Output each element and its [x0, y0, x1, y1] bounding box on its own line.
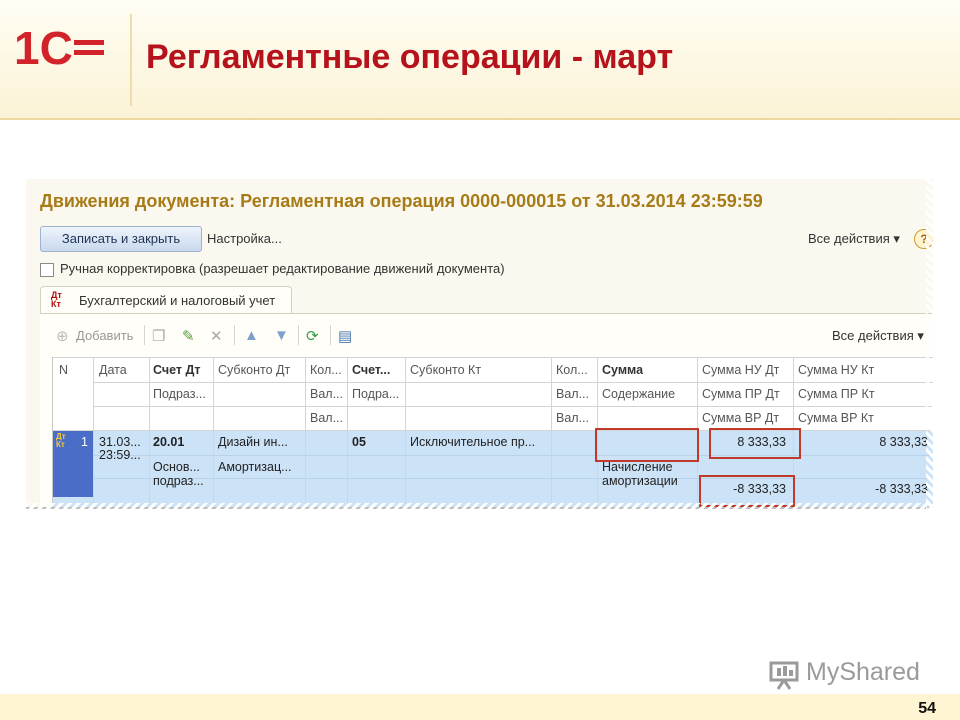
- edit-icon[interactable]: ✎: [182, 327, 195, 345]
- row-account-kt: 05: [352, 435, 366, 449]
- tab-accounting-tax[interactable]: Дт Кт Бухгалтерский и налоговый учет: [40, 286, 292, 315]
- refresh-icon[interactable]: ⟳: [306, 327, 319, 345]
- all-actions-menu[interactable]: Все действия ▾: [808, 231, 900, 247]
- report-icon[interactable]: ▤: [338, 327, 352, 345]
- torn-edge-right: [926, 179, 940, 511]
- highlight-sum-cell: [595, 428, 699, 462]
- toolbar-separator: [330, 325, 331, 345]
- slide-title: Регламентные операции - март: [146, 38, 674, 76]
- row-content-2: амортизации: [602, 474, 678, 488]
- manual-correction-checkbox[interactable]: [40, 263, 54, 277]
- copy-icon[interactable]: ❐: [152, 327, 165, 345]
- col-header-sum-pr-dt[interactable]: Сумма ПР Дт: [702, 387, 780, 401]
- row-number: 1: [81, 435, 88, 449]
- slide-header: 1С Регламентные операции - март: [0, 0, 960, 120]
- toolbar-separator: [234, 325, 235, 345]
- logo-separator: [130, 14, 132, 106]
- dt-kt-icon: Дт Кт: [51, 290, 62, 309]
- row-sum-nu-kt: 8 333,33: [879, 435, 928, 449]
- row-date: 31.03...: [99, 435, 141, 449]
- col-header-content[interactable]: Содержание: [602, 387, 675, 401]
- col-header-subconto-dt[interactable]: Субконто Дт: [218, 363, 290, 377]
- 1c-logo-icon: 1С: [14, 22, 104, 72]
- col-header-currency-dt[interactable]: Вал...: [310, 387, 343, 401]
- col-header-n[interactable]: N: [59, 363, 68, 377]
- manual-correction-label: Ручная корректировка (разрешает редактир…: [60, 261, 505, 276]
- save-and-close-button[interactable]: Записать и закрыть: [40, 226, 202, 252]
- row-subconto-dt-1: Дизайн ин...: [218, 435, 288, 449]
- myshared-watermark: MyShared: [806, 658, 920, 686]
- row-subconto-kt: Исключительное пр...: [410, 435, 536, 449]
- add-icon[interactable]: ⊕: [56, 327, 69, 345]
- document-movements-window: Движения документа: Регламентная операци…: [26, 179, 933, 509]
- col-header-currency-kt[interactable]: Вал...: [556, 387, 589, 401]
- col-header-date[interactable]: Дата: [99, 363, 127, 377]
- row-time: 23:59...: [99, 448, 141, 462]
- col-header-division-dt[interactable]: Подраз...: [153, 387, 206, 401]
- settings-button[interactable]: Настройка...: [207, 231, 282, 246]
- movements-table[interactable]: N Дата Счет Дт Субконто Дт Кол... Счет..…: [52, 357, 933, 509]
- dt-kt-row-icon: Дт Кт: [56, 433, 66, 449]
- col-header-sum[interactable]: Сумма: [602, 363, 643, 377]
- highlight-sum-nu-dt: [709, 428, 801, 459]
- row-account-dt: 20.01: [153, 435, 185, 449]
- svg-text:1С: 1С: [14, 22, 73, 72]
- row-subconto-dt-2: Амортизац...: [218, 460, 292, 474]
- tab-label: Бухгалтерский и налоговый учет: [79, 293, 276, 308]
- col-header-sum-pr-kt[interactable]: Сумма ПР Кт: [798, 387, 875, 401]
- col-header-currency-sum-kt[interactable]: Вал...: [556, 411, 589, 425]
- col-header-account-kt[interactable]: Счет...: [352, 363, 390, 377]
- col-header-subconto-kt[interactable]: Субконто Кт: [410, 363, 481, 377]
- footer-strip: [0, 694, 960, 720]
- presentation-icon: [769, 661, 799, 690]
- window-title: Движения документа: Регламентная операци…: [40, 191, 763, 211]
- col-header-qty-kt[interactable]: Кол...: [556, 363, 588, 377]
- row-content-1: Начисление: [602, 460, 673, 474]
- toolbar-separator: [298, 325, 299, 345]
- move-down-icon[interactable]: ▼: [274, 327, 289, 344]
- col-header-division-kt[interactable]: Подра...: [352, 387, 399, 401]
- col-header-sum-nu-dt[interactable]: Сумма НУ Дт: [702, 363, 779, 377]
- row-division-2: подраз...: [153, 474, 204, 488]
- col-header-sum-nu-kt[interactable]: Сумма НУ Кт: [798, 363, 874, 377]
- col-header-account-dt[interactable]: Счет Дт: [153, 363, 201, 377]
- move-up-icon[interactable]: ▲: [244, 327, 259, 344]
- toolbar-separator: [144, 325, 145, 345]
- delete-icon[interactable]: ✕: [210, 327, 223, 345]
- grid-all-actions-menu[interactable]: Все действия ▾: [832, 328, 924, 344]
- col-header-sum-vr-dt[interactable]: Сумма ВР Дт: [702, 411, 779, 425]
- col-header-currency-sum-dt[interactable]: Вал...: [310, 411, 343, 425]
- row-division-1: Основ...: [153, 460, 200, 474]
- torn-edge-bottom: [26, 503, 940, 513]
- col-header-sum-vr-kt[interactable]: Сумма ВР Кт: [798, 411, 874, 425]
- row-sum-vr-kt: -8 333,33: [875, 482, 928, 496]
- add-button[interactable]: Добавить: [76, 328, 133, 343]
- page-number: 54: [918, 700, 936, 717]
- col-header-qty-dt[interactable]: Кол...: [310, 363, 342, 377]
